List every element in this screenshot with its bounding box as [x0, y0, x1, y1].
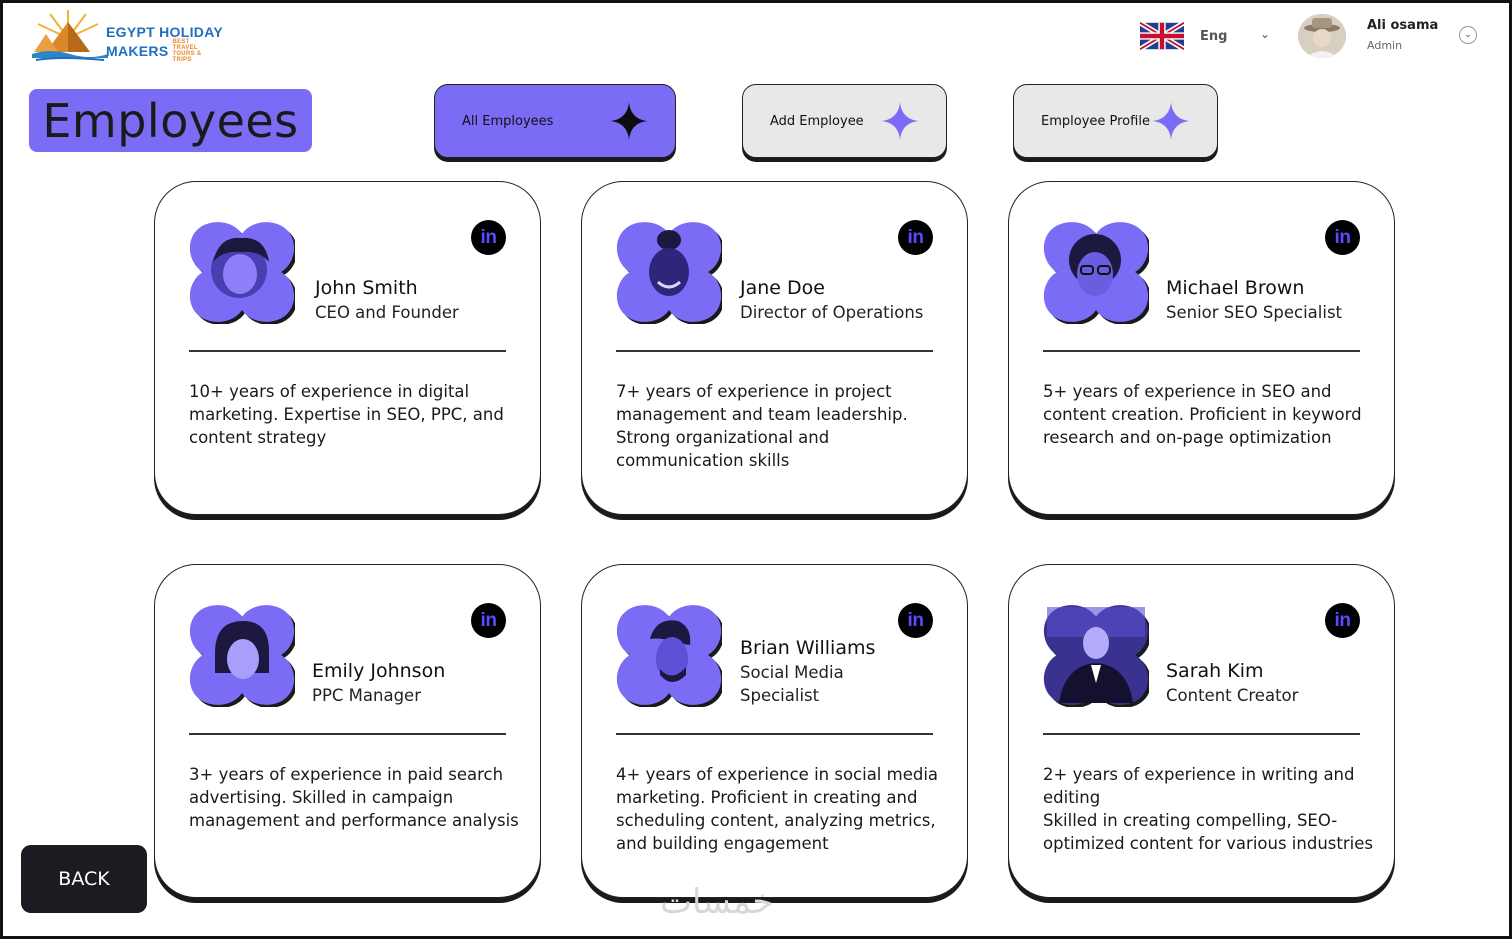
uk-flag-icon [1140, 22, 1184, 50]
back-button[interactable]: BACK [21, 845, 147, 913]
logo-pyramid-icon [32, 10, 108, 61]
divider [616, 733, 933, 735]
watermark: خمسات [660, 882, 774, 922]
language-selector[interactable]: Eng ⌄ [1140, 22, 1270, 50]
logo-tagline: BEST TRAVEL TOURS & TRIPS [172, 39, 202, 63]
sparkle-icon [881, 102, 919, 140]
logo-text: EGYPT HOLIDAY MAKERS BEST TRAVEL TOURS &… [106, 24, 223, 63]
employee-name: Sarah Kim [1166, 660, 1264, 682]
employee-role: Director of Operations [740, 303, 924, 322]
divider [1043, 350, 1360, 352]
employee-card[interactable]: in Michael Brown Senior SEO Specialist 5… [1008, 181, 1395, 515]
logo-line2: MAKERS [106, 42, 169, 59]
linkedin-icon[interactable]: in [471, 220, 506, 255]
employee-name: John Smith [315, 277, 418, 299]
employee-photo [616, 605, 722, 707]
avatar [1298, 14, 1346, 58]
employee-role: Content Creator [1166, 686, 1299, 705]
employee-photo [616, 222, 722, 324]
tab-employee-profile[interactable]: Employee Profile [1013, 84, 1218, 158]
employee-name: Brian Williams [740, 637, 876, 659]
employee-description: 4+ years of experience in social media m… [616, 765, 939, 853]
employee-name: Emily Johnson [312, 660, 446, 682]
sparkle-icon [1152, 102, 1190, 140]
employee-name: Michael Brown [1166, 277, 1305, 299]
employee-description: 7+ years of experience in project manage… [616, 382, 908, 470]
tab-label: All Employees [462, 113, 554, 129]
linkedin-icon[interactable]: in [1325, 220, 1360, 255]
employee-description: 5+ years of experience in SEO and conten… [1043, 382, 1362, 447]
tab-label: Add Employee [770, 113, 864, 129]
employee-photo [1043, 222, 1149, 324]
divider [616, 350, 933, 352]
linkedin-icon[interactable]: in [898, 603, 933, 638]
divider [189, 350, 506, 352]
chevron-down-icon[interactable]: ⌄ [1459, 26, 1477, 44]
employee-photo [189, 222, 295, 324]
employee-card[interactable]: in John Smith CEO and Founder 10+ years … [154, 181, 541, 515]
employee-photo [1043, 605, 1149, 707]
employee-description: 2+ years of experience in writing and ed… [1043, 765, 1373, 853]
chevron-down-icon[interactable]: ⌄ [1260, 27, 1270, 41]
sparkle-icon [610, 102, 648, 140]
linkedin-icon[interactable]: in [898, 220, 933, 255]
tab-add-employee[interactable]: Add Employee [742, 84, 947, 158]
employee-role: Social Media Specialist [740, 663, 844, 705]
employee-role: Senior SEO Specialist [1166, 303, 1343, 322]
employee-card[interactable]: in Emily Johnson PPC Manager 3+ years of… [154, 564, 541, 898]
user-name: Ali osama [1367, 18, 1439, 33]
employee-name: Jane Doe [740, 277, 825, 299]
employee-description: 10+ years of experience in digital marke… [189, 382, 504, 447]
logo-line1: EGYPT HOLIDAY [106, 24, 223, 40]
employee-card[interactable]: in Sarah Kim Content Creator 2+ years of… [1008, 564, 1395, 898]
logo[interactable]: EGYPT HOLIDAY MAKERS BEST TRAVEL TOURS &… [30, 8, 230, 64]
linkedin-icon[interactable]: in [471, 603, 506, 638]
employee-role: CEO and Founder [315, 303, 459, 322]
employee-card[interactable]: in Brian Williams Social Media Specialis… [581, 564, 968, 898]
page-title: Employees [29, 89, 312, 152]
tab-label: Employee Profile [1041, 113, 1150, 129]
employee-photo [189, 605, 295, 707]
user-role: Admin [1367, 39, 1403, 52]
language-label: Eng [1200, 28, 1228, 44]
tab-all-employees[interactable]: All Employees [434, 84, 676, 158]
divider [1043, 733, 1360, 735]
linkedin-icon[interactable]: in [1325, 603, 1360, 638]
employee-role: PPC Manager [312, 686, 421, 705]
employee-description: 3+ years of experience in paid search ad… [189, 765, 519, 830]
employee-card[interactable]: in Jane Doe Director of Operations 7+ ye… [581, 181, 968, 515]
divider [189, 733, 506, 735]
